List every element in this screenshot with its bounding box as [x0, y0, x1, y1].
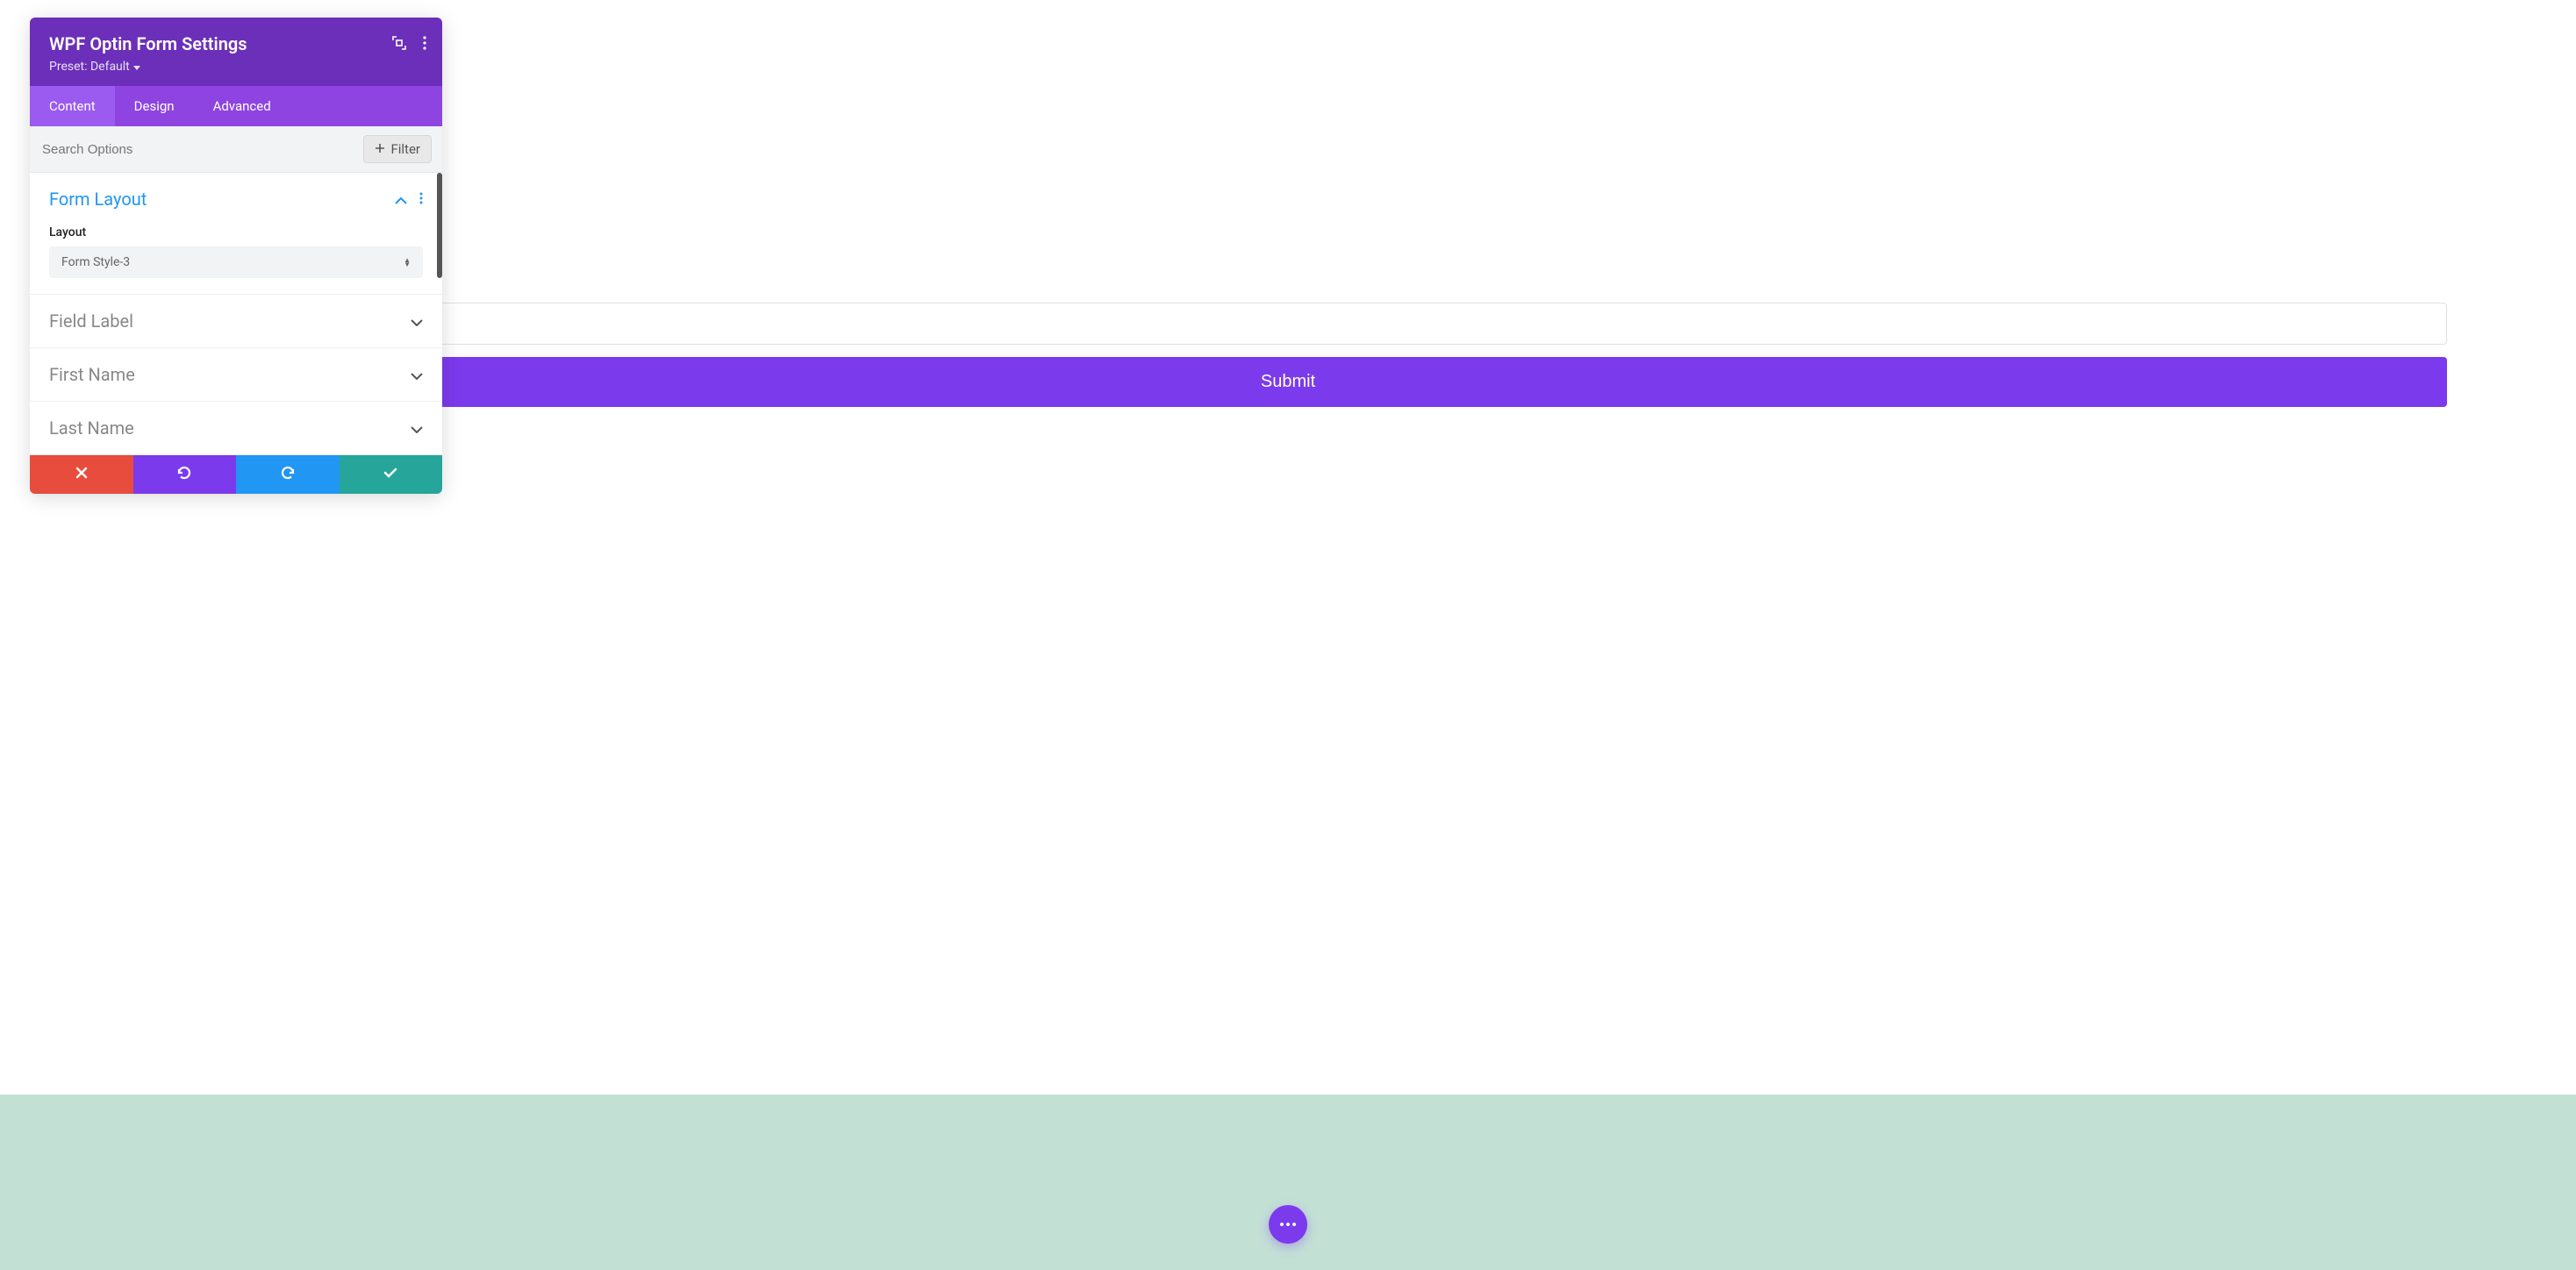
- section-field-label: Field Label: [30, 295, 442, 348]
- section-header-form-layout[interactable]: Form Layout: [30, 173, 442, 225]
- panel-footer: [30, 455, 442, 494]
- section-title: First Name: [49, 364, 135, 385]
- redo-button[interactable]: [236, 455, 340, 494]
- page-background-accent: [0, 1095, 2576, 1270]
- section-header-first-name[interactable]: First Name: [30, 348, 442, 401]
- section-form-layout: Form Layout: [30, 173, 442, 295]
- caret-down-icon: [133, 60, 140, 74]
- chevron-down-icon: [411, 313, 423, 330]
- panel-title: WPF Optin Form Settings: [49, 33, 423, 54]
- search-input[interactable]: [40, 137, 363, 162]
- preset-selector[interactable]: Preset: Default: [49, 60, 423, 74]
- redo-icon: [280, 465, 296, 485]
- close-icon: [75, 467, 88, 483]
- tab-design[interactable]: Design: [115, 86, 194, 126]
- settings-panel: WPF Optin Form Settings Preset: Default: [30, 18, 442, 494]
- tab-advanced[interactable]: Advanced: [194, 86, 290, 126]
- layout-select[interactable]: Form Style-3 ▲ ▼: [49, 246, 423, 278]
- panel-body: Form Layout: [30, 173, 442, 455]
- more-icon: [1280, 1223, 1296, 1226]
- chevron-down-icon: [411, 420, 423, 437]
- preset-label: Preset: Default: [49, 60, 130, 74]
- undo-icon: [176, 465, 192, 485]
- section-title: Field Label: [49, 310, 133, 332]
- more-vertical-icon[interactable]: [419, 191, 423, 208]
- section-last-name: Last Name: [30, 402, 442, 455]
- panel-header: WPF Optin Form Settings Preset: Default: [30, 18, 442, 86]
- section-content-form-layout: Layout Form Style-3 ▲ ▼: [30, 225, 442, 294]
- filter-button[interactable]: Filter: [363, 135, 432, 163]
- panel-tabs: Content Design Advanced: [30, 86, 442, 126]
- section-title: Last Name: [49, 417, 134, 439]
- tab-content[interactable]: Content: [30, 86, 115, 126]
- preview-text-input[interactable]: [129, 303, 2447, 345]
- search-filter-row: Filter: [30, 126, 442, 173]
- chevron-up-icon: [395, 191, 407, 208]
- filter-label: Filter: [390, 141, 420, 157]
- field-label: Layout: [49, 225, 423, 239]
- save-button[interactable]: [340, 455, 443, 494]
- scrollbar[interactable]: [437, 173, 442, 278]
- section-header-field-label[interactable]: Field Label: [30, 295, 442, 347]
- form-preview: Submit: [129, 303, 2447, 407]
- select-value: Form Style-3: [61, 255, 130, 269]
- select-arrows-icon: ▲ ▼: [404, 258, 411, 267]
- chevron-down-icon: [411, 367, 423, 383]
- section-header-last-name[interactable]: Last Name: [30, 402, 442, 454]
- section-first-name: First Name: [30, 348, 442, 402]
- check-icon: [383, 467, 397, 482]
- expand-icon[interactable]: [391, 35, 407, 51]
- submit-button[interactable]: Submit: [129, 357, 2447, 407]
- more-vertical-icon[interactable]: [423, 36, 426, 50]
- floating-action-button[interactable]: [1269, 1205, 1307, 1244]
- undo-button[interactable]: [133, 455, 237, 494]
- section-title: Form Layout: [49, 189, 147, 210]
- cancel-button[interactable]: [30, 455, 133, 494]
- plus-icon: [375, 141, 385, 157]
